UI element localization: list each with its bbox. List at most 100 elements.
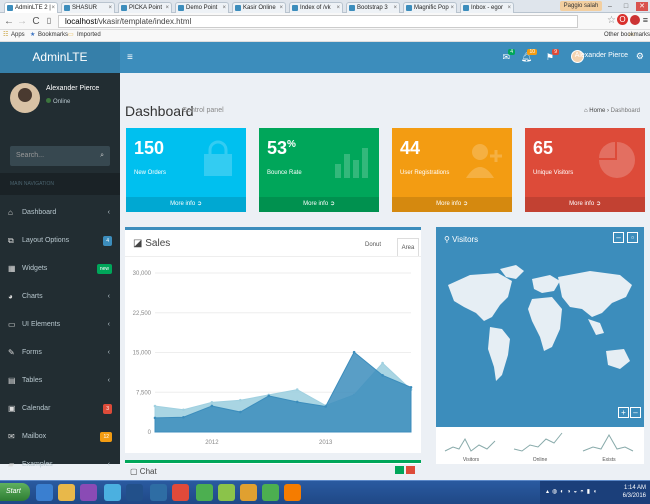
browser-tab[interactable]: PICKA Point × [118, 2, 172, 13]
tab-close-icon[interactable]: × [51, 3, 55, 13]
browser-tab[interactable]: Magnific Pop × [403, 2, 457, 13]
minimize-button[interactable]: – [604, 2, 616, 11]
chrome-icon[interactable] [172, 484, 189, 501]
tab-donut[interactable]: Donut [365, 242, 381, 248]
browser-tab[interactable]: Inbox - egor × [460, 2, 514, 13]
sidebar-item-ui-elements[interactable]: ▭ UI Elements ‹ [0, 311, 120, 339]
sync-icon[interactable] [196, 484, 213, 501]
tab-close-icon[interactable]: × [336, 3, 340, 13]
window-user-label: Paggio salah [560, 1, 602, 11]
top-navbar: ≡ ✉ 4 🔔︎ 10 ⚑ 9 Alexander Pierce ⚙ [120, 42, 650, 73]
tab-close-icon[interactable]: × [222, 3, 226, 13]
sidebar-item-examples[interactable]: ▰ Examples ‹ [0, 451, 120, 479]
phone-icon[interactable] [262, 484, 279, 501]
android-icon[interactable] [218, 484, 235, 501]
sales-title: ◪ Sales [133, 238, 170, 249]
browser-tab[interactable]: Index of /vk × [289, 2, 343, 13]
more-info-link[interactable]: More info ➲ [126, 197, 246, 212]
zoom-in-button[interactable]: + [618, 407, 629, 418]
sidebar-item-charts[interactable]: ◕ Charts ‹ [0, 283, 120, 311]
bookmark-bookmarks[interactable]: Bookmarks [38, 30, 68, 41]
back-icon[interactable]: ← [3, 16, 15, 27]
more-info-link[interactable]: More info ➲ [525, 197, 645, 212]
more-info-link[interactable]: More info ➲ [392, 197, 512, 212]
forward-icon[interactable]: → [16, 16, 28, 27]
maximize-button[interactable]: □ [620, 2, 632, 11]
url-input[interactable]: localhost/vkasir/template/index.html [58, 15, 578, 28]
opera-icon[interactable]: O [617, 14, 628, 25]
sidebar-toggle-icon[interactable]: ≡ [127, 52, 133, 63]
data-point [210, 401, 214, 404]
laptop-icon: ▭ [8, 320, 16, 329]
tab-favicon-icon [7, 5, 13, 11]
word-icon[interactable] [126, 484, 143, 501]
browser-tab[interactable]: Demo Point × [175, 2, 229, 13]
app-icon[interactable] [104, 484, 121, 501]
browser-tab[interactable]: AdminLTE 2 | × [4, 2, 58, 13]
sidebar-item-tables[interactable]: ▤ Tables ‹ [0, 367, 120, 395]
tab-label: Inbox - egor [471, 5, 504, 11]
sidebar-item-calendar[interactable]: ▣ Calendar 3 [0, 395, 120, 423]
reload-icon[interactable]: C [30, 16, 42, 27]
messages-icon[interactable]: ✉ 4 [502, 49, 515, 63]
data-point [153, 404, 157, 408]
bookmark-apps[interactable]: Apps [11, 30, 25, 41]
chat-close-icon[interactable] [406, 466, 415, 474]
browser-tab-bar: AdminLTE 2 | × SHASUR × PICKA Point × Demo Poi… [0, 0, 650, 13]
browser-tab[interactable]: SHASUR × [61, 2, 115, 13]
more-info-link[interactable]: More info ➲ [259, 197, 379, 212]
extension-icon[interactable] [630, 15, 640, 25]
explorer-icon[interactable] [58, 484, 75, 501]
sidebar-item-widgets[interactable]: ▦ Widgets new [0, 255, 120, 283]
arrow-circle-right-icon: ➲ [462, 201, 468, 207]
breadcrumb-home[interactable]: Home [589, 108, 605, 114]
tab-close-icon[interactable]: × [165, 3, 169, 13]
sidebar-item-layout-options[interactable]: ⧉ Layout Options 4 [0, 227, 120, 255]
browser-tab[interactable]: Kasir Online × [232, 2, 286, 13]
office-icon[interactable] [284, 484, 301, 501]
chat-box [125, 460, 421, 464]
more-info-label: More info [569, 201, 595, 207]
bookmark-imported[interactable]: Imported [77, 30, 101, 41]
tasks-icon[interactable]: ⚑ 9 [546, 49, 559, 63]
star-icon[interactable]: ☆ [607, 15, 616, 26]
bookmark-other[interactable]: Other bookmarks [604, 30, 650, 41]
close-window-button[interactable]: ✕ [636, 2, 648, 11]
tab-close-icon[interactable]: × [108, 3, 112, 13]
sidebar-status: Online [46, 98, 70, 105]
sidebar-item-mailbox[interactable]: ✉ Mailbox 12 [0, 423, 120, 451]
browser-tab[interactable]: Bootstrap 3 × [346, 2, 400, 13]
notifications-icon[interactable]: 🔔︎ 10 [521, 49, 537, 63]
gears-icon[interactable]: ⚙ [636, 51, 644, 62]
start-button[interactable]: Start [0, 483, 30, 501]
collapse-button[interactable]: ▫ [627, 232, 638, 243]
shopping-bag-icon [198, 140, 238, 182]
ie-icon[interactable] [36, 484, 53, 501]
app-logo[interactable]: AdminLTE [0, 42, 120, 73]
folder-icon: ▰ [8, 460, 15, 469]
tab-close-icon[interactable]: × [507, 3, 511, 13]
sidebar-item-dashboard[interactable]: ⌂ Dashboard ‹ [0, 199, 120, 227]
tab-close-icon[interactable]: × [450, 3, 454, 13]
tab-favicon-icon [406, 5, 412, 11]
stat-number: 150 [134, 138, 165, 158]
stat-label: Unique Visitors [533, 170, 574, 176]
sidebar-item-label: Forms [22, 349, 42, 356]
zoom-out-button[interactable]: – [630, 407, 641, 418]
sales-chart-icon: ◪ [133, 238, 143, 249]
header-user-name[interactable]: Alexander Pierce [575, 52, 628, 59]
clock[interactable]: 1:14 AM 6/3/2016 [623, 484, 646, 500]
tab-area[interactable]: Area [397, 238, 419, 256]
search-icon[interactable]: ⌕ [100, 146, 104, 166]
paint-icon[interactable] [240, 484, 257, 501]
sidebar-item-forms[interactable]: ✎ Forms ‹ [0, 339, 120, 367]
notepad-icon[interactable] [150, 484, 167, 501]
address-bar: ← → C ▯ localhost/vkasir/template/index.… [0, 13, 650, 30]
sidebar-search-input[interactable]: Search... ⌕ [10, 146, 110, 166]
tab-close-icon[interactable]: × [279, 3, 283, 13]
visual-studio-icon[interactable] [80, 484, 97, 501]
date-range-button[interactable]: – [613, 232, 624, 243]
menu-icon[interactable]: ≡ [643, 15, 648, 25]
tab-close-icon[interactable]: × [393, 3, 397, 13]
tab-label: Demo Point [186, 5, 218, 11]
